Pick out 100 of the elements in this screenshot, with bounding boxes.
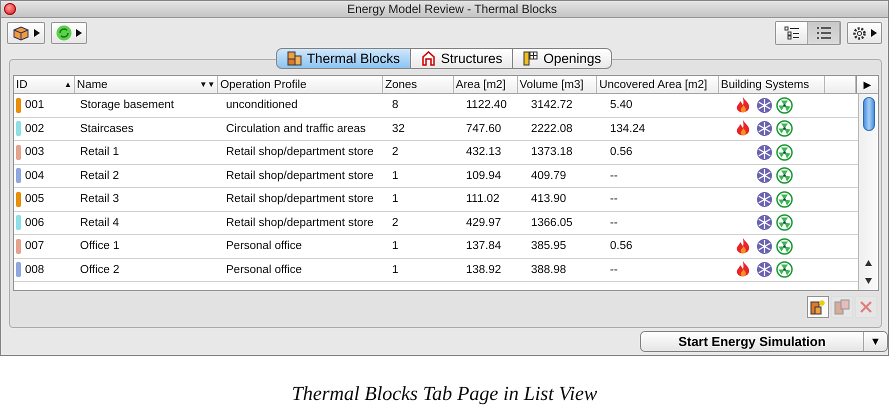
column-header[interactable]: Building Systems <box>718 76 825 93</box>
up-arrow-icon <box>865 260 872 266</box>
table-cell: 007 <box>25 240 44 252</box>
table-cell: Personal office <box>226 264 302 276</box>
sort-indicator: ▼▼ <box>199 80 216 89</box>
table-cell: Retail 2 <box>80 170 119 182</box>
column-header[interactable]: Uncovered Area [m2] <box>597 76 719 93</box>
blocks-icon <box>286 51 302 66</box>
table-cell: Retail shop/department store <box>226 146 374 158</box>
fan-icon <box>776 238 793 255</box>
table-cell: 1 <box>392 240 398 252</box>
table-cell: Retail shop/department store <box>226 170 374 182</box>
table-cell: 388.98 <box>531 264 566 276</box>
down-arrow-icon <box>865 278 872 284</box>
caret-icon <box>34 29 40 37</box>
table-cell: Storage basement <box>80 99 174 112</box>
table-cell: 0.56 <box>610 240 632 252</box>
refresh-icon <box>56 25 72 41</box>
refresh-menu-button[interactable] <box>51 22 87 44</box>
column-header[interactable]: Name ▼▼ <box>74 76 218 93</box>
table-cell: 0.56 <box>610 146 632 158</box>
house-icon <box>420 51 436 66</box>
close-button[interactable] <box>4 3 16 15</box>
fan-icon <box>776 144 793 161</box>
flame-icon <box>736 96 751 114</box>
table-cell: Office 1 <box>80 240 120 252</box>
table-cell: Retail 1 <box>80 146 119 158</box>
table-cell: Staircases <box>80 122 134 135</box>
table-cell: 8 <box>392 99 398 112</box>
table-cell: 32 <box>392 122 405 135</box>
table-cell: 004 <box>25 170 44 182</box>
caret-icon <box>76 29 82 37</box>
fan-icon <box>776 96 793 114</box>
tab[interactable]: Structures <box>410 48 514 69</box>
snowflake-icon <box>756 120 773 138</box>
start-simulation-button[interactable]: Start Energy Simulation ▼ <box>640 331 888 352</box>
table-cell: 1366.05 <box>531 216 573 229</box>
table-cell: 109.94 <box>466 170 502 182</box>
table-cell: 5.40 <box>610 99 632 112</box>
blocks-icon <box>834 299 850 315</box>
table-cell: 409.79 <box>531 170 566 182</box>
table-cell: -- <box>610 216 618 229</box>
settings-menu-button[interactable] <box>847 22 882 44</box>
column-header[interactable]: Operation Profile <box>218 76 384 93</box>
table-cell: 134.24 <box>610 122 646 135</box>
snowflake-icon <box>756 238 773 255</box>
table-cell: unconditioned <box>226 99 298 112</box>
column-header[interactable]: Zones <box>383 76 454 93</box>
snowflake-icon <box>756 167 773 184</box>
table-cell: 1 <box>392 170 398 182</box>
window-icon <box>523 51 538 66</box>
scrollbar[interactable] <box>858 94 878 290</box>
table-cell: 002 <box>25 122 44 135</box>
column-header[interactable]: Area [m2] <box>454 76 518 93</box>
caption: Thermal Blocks Tab Page in List View <box>290 383 598 406</box>
table-cell: 429.97 <box>466 216 502 229</box>
table-cell: 001 <box>25 99 44 112</box>
box-icon <box>12 25 30 41</box>
window-title: Energy Model Review - Thermal Blocks <box>346 2 558 16</box>
view-toggle-button[interactable] <box>808 22 840 44</box>
table-cell: 003 <box>25 146 44 158</box>
column-header[interactable]: ID ▲ <box>14 76 75 93</box>
table-cell: 137.84 <box>466 240 502 252</box>
tree-view-icon <box>784 26 800 40</box>
flame-icon <box>736 120 751 138</box>
table-cell: 005 <box>25 193 44 206</box>
view-toggle-button[interactable] <box>776 22 808 44</box>
table-cell: Retail 4 <box>80 216 119 229</box>
table-cell: -- <box>610 170 618 182</box>
model-menu-button[interactable] <box>7 22 45 44</box>
table-cell: 1 <box>392 264 398 276</box>
column-header[interactable]: Volume [m3] <box>518 76 598 93</box>
table-cell: 413.90 <box>531 193 566 206</box>
add-block-icon <box>810 299 826 315</box>
table-cell: 385.95 <box>531 240 566 252</box>
flame-icon <box>736 238 751 255</box>
table-cell: Personal office <box>226 240 302 252</box>
toolbar-button[interactable] <box>807 296 829 318</box>
table-cell: 2222.08 <box>531 122 573 135</box>
fan-icon <box>776 261 793 278</box>
tab[interactable]: Thermal Blocks <box>276 48 411 69</box>
snowflake-icon <box>756 214 773 232</box>
table-cell: Retail 3 <box>80 193 119 206</box>
snowflake-icon <box>756 144 773 161</box>
table-cell: 3142.72 <box>531 99 573 112</box>
table-cell: 008 <box>25 264 44 276</box>
fan-icon <box>776 214 793 232</box>
scroll-thumb[interactable] <box>862 97 874 131</box>
column-menu-button[interactable]: ▶ <box>856 76 878 93</box>
flame-icon <box>736 261 751 278</box>
table-cell: 1 <box>392 193 398 206</box>
caret-icon <box>871 29 877 37</box>
table-cell: Circulation and traffic areas <box>226 122 366 135</box>
tab[interactable]: Openings <box>512 48 612 69</box>
delete-icon <box>859 300 873 314</box>
fan-icon <box>776 167 793 184</box>
table-cell: -- <box>610 264 618 276</box>
table-cell: 747.60 <box>466 122 502 135</box>
fan-icon <box>776 120 793 138</box>
table-cell: Office 2 <box>80 264 120 276</box>
